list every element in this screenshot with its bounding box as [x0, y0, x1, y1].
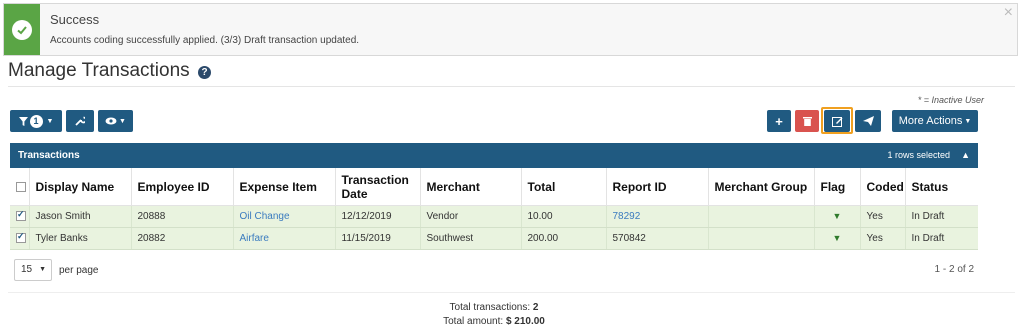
plus-icon: +: [775, 113, 783, 129]
filter-icon: [18, 116, 28, 126]
column-header[interactable]: Transaction Date: [334, 168, 420, 206]
display-name-cell: Jason Smith: [28, 205, 131, 228]
expense-item-link[interactable]: Oil Change: [232, 205, 335, 228]
merchant-cell: Southwest: [419, 227, 521, 250]
divider: [8, 292, 1015, 293]
total-amount: Total amount: $ 210.00: [0, 316, 988, 327]
report-id-link[interactable]: 78292: [605, 205, 708, 228]
report-id-cell: 570842: [605, 227, 708, 250]
more-actions-button[interactable]: More Actions ▼: [892, 110, 978, 132]
employee-id-cell: 20888: [130, 205, 233, 228]
flag-icon[interactable]: ▼: [833, 233, 842, 243]
status-cell: In Draft: [904, 205, 978, 228]
column-header[interactable]: Report ID: [605, 168, 708, 206]
merchant-cell: Vendor: [419, 205, 521, 228]
trash-icon: [802, 117, 812, 126]
column-header[interactable]: Total: [520, 168, 606, 206]
row-checkbox[interactable]: [16, 231, 26, 244]
coded-cell: Yes: [859, 227, 905, 250]
panel-title: Transactions: [18, 150, 80, 161]
total-amount-label: Total amount:: [443, 316, 506, 327]
table-row[interactable]: Jason Smith 20888 Oil Change 12/12/2019 …: [10, 205, 978, 228]
total-transactions-label: Total transactions:: [449, 302, 533, 313]
alert-message: Accounts coding successfully applied. (3…: [50, 35, 360, 46]
merchant-group-cell: [707, 205, 814, 228]
row-select-cell[interactable]: [10, 227, 29, 250]
wrench-icon: [75, 116, 85, 126]
column-header[interactable]: Coded: [859, 168, 905, 206]
eye-icon: [105, 117, 117, 125]
panel-header: Transactions 1 rows selected ▲: [10, 143, 978, 168]
total-cell: 200.00: [520, 227, 606, 250]
status-cell: In Draft: [904, 227, 978, 250]
close-icon[interactable]: ×: [1004, 4, 1013, 22]
coded-cell: Yes: [859, 205, 905, 228]
transaction-date-cell: 12/12/2019: [334, 205, 420, 228]
select-all-cell[interactable]: [10, 168, 29, 206]
per-page-label: per page: [59, 265, 99, 276]
table-header-row: Display Name Employee ID Expense Item Tr…: [10, 168, 978, 206]
employee-id-cell: 20882: [130, 227, 233, 250]
total-amount-value: $ 210.00: [505, 316, 545, 327]
table-row[interactable]: Tyler Banks 20882 Airfare 11/15/2019 Sou…: [10, 227, 978, 250]
caret-down-icon: ▼: [46, 117, 54, 125]
alert-title: Success: [50, 12, 100, 27]
column-header[interactable]: Merchant: [419, 168, 521, 206]
expense-item-link[interactable]: Airfare: [232, 227, 335, 250]
settings-button[interactable]: [66, 110, 94, 132]
alert-status-bar: [4, 4, 40, 55]
paper-plane-icon: [862, 116, 874, 126]
per-page-value: 15: [21, 264, 33, 275]
column-header[interactable]: Merchant Group: [707, 168, 814, 206]
total-cell: 10.00: [520, 205, 606, 228]
column-header[interactable]: Flag: [813, 168, 860, 206]
total-transactions: Total transactions: 2: [0, 302, 988, 313]
flag-cell: ▼: [813, 205, 860, 228]
transaction-date-cell: 11/15/2019: [334, 227, 420, 250]
caret-down-icon: ▼: [39, 266, 46, 273]
caret-down-icon: ▼: [964, 117, 972, 125]
column-header[interactable]: Display Name: [28, 168, 131, 206]
row-select-cell[interactable]: [10, 205, 29, 228]
column-header[interactable]: Expense Item: [232, 168, 335, 206]
success-alert: Success Accounts coding successfully app…: [3, 3, 1018, 56]
column-header[interactable]: Employee ID: [130, 168, 233, 206]
row-checkbox[interactable]: [16, 209, 26, 222]
highlight-frame: [821, 107, 853, 134]
more-actions-label: More Actions: [898, 115, 963, 127]
caret-down-icon: ▼: [119, 117, 126, 125]
filter-button[interactable]: 1 ▼: [10, 110, 62, 132]
column-header[interactable]: Status: [904, 168, 978, 206]
help-icon[interactable]: ?: [198, 66, 211, 79]
submit-button[interactable]: [855, 110, 881, 132]
divider: [8, 86, 1015, 87]
view-button[interactable]: ▼: [98, 110, 133, 132]
page-title: Manage Transactions: [8, 60, 190, 81]
flag-icon[interactable]: ▼: [833, 211, 842, 221]
rows-selected-count: 1 rows selected: [887, 150, 950, 160]
flag-cell: ▼: [813, 227, 860, 250]
display-name-cell: Tyler Banks: [28, 227, 131, 250]
check-circle-icon: [12, 19, 32, 40]
transactions-panel: Transactions 1 rows selected ▲ Display N…: [10, 143, 978, 250]
filter-count-badge: 1: [29, 114, 43, 128]
merchant-group-cell: [707, 227, 814, 250]
inactive-user-note: * = Inactive User: [917, 95, 984, 105]
per-page-select[interactable]: 15 ▼: [14, 259, 52, 281]
total-transactions-value: 2: [532, 302, 539, 313]
pagination-range: 1 - 2 of 2: [934, 264, 974, 275]
delete-button[interactable]: [795, 110, 819, 132]
add-button[interactable]: +: [767, 110, 791, 132]
chevron-up-icon[interactable]: ▲: [961, 150, 970, 160]
transactions-table: Display Name Employee ID Expense Item Tr…: [10, 168, 978, 250]
select-all-checkbox[interactable]: [16, 182, 26, 193]
